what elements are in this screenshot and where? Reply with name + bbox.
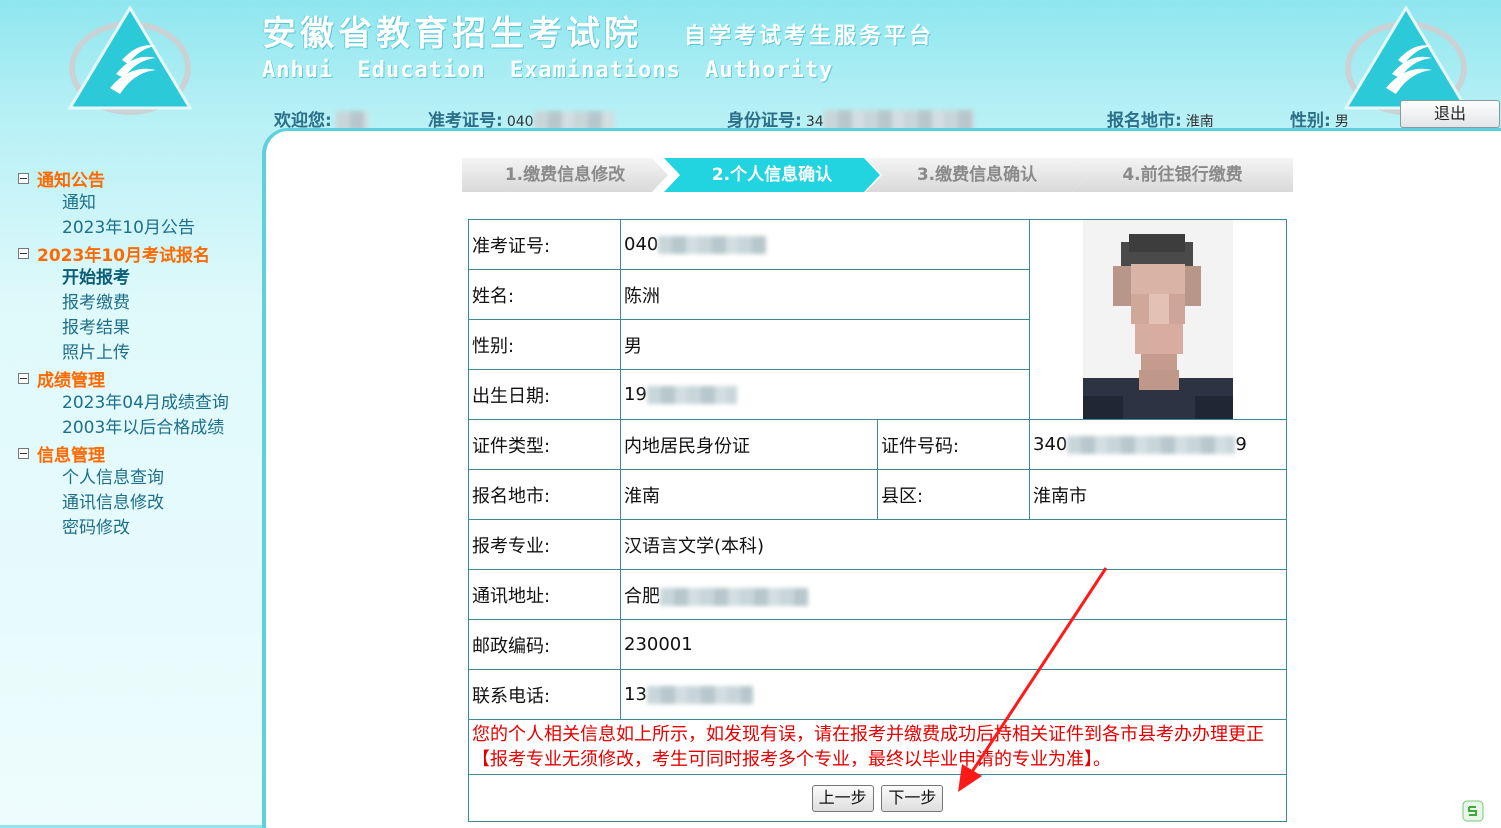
id-type-value: 内地居民身份证	[620, 419, 878, 470]
previous-step-button[interactable]: 上一步	[811, 784, 874, 812]
id-number-value: 340	[1033, 434, 1068, 455]
collapse-icon[interactable]	[18, 373, 29, 384]
id-number-cell: 340 9	[1029, 419, 1287, 470]
address-value: 合肥	[624, 585, 660, 607]
progress-steps: 1.缴费信息修改 2.个人信息确认 3.缴费信息确认 4.前往银行缴费	[462, 158, 1293, 192]
collapse-icon[interactable]	[18, 448, 29, 459]
table-row: 通讯地址: 合肥	[468, 569, 1287, 620]
step-payment-confirm: 3.缴费信息确认	[866, 158, 1088, 192]
site-subtitle: 自学考试考生服务平台	[684, 24, 935, 49]
sidebar: 通知公告 通知 2023年10月公告 2023年10月考试报名 开始报考 报考缴…	[18, 166, 258, 541]
sidebar-item-start-registration[interactable]: 开始报考	[18, 266, 258, 291]
birth-date-value: 19	[624, 384, 647, 405]
site-title-english: Anhui Education Examinations Authority	[262, 58, 834, 83]
collapse-icon[interactable]	[18, 173, 29, 184]
phone-label: 联系电话:	[468, 669, 621, 720]
sidebar-item-personal-info[interactable]: 个人信息查询	[18, 466, 258, 491]
postcode-value: 230001	[620, 619, 1287, 670]
redacted-text	[658, 236, 767, 254]
address-label: 通讯地址:	[468, 569, 621, 620]
next-step-button[interactable]: 下一步	[881, 784, 944, 812]
id-type-label: 证件类型:	[468, 419, 621, 470]
table-row: 报考专业: 汉语言文学(本科)	[468, 519, 1287, 570]
exam-number-value: 040	[624, 234, 659, 255]
sidebar-item-photo-upload[interactable]: 照片上传	[18, 341, 258, 366]
table-row: 上一步 下一步	[468, 774, 1287, 822]
id-number-suffix: 9	[1235, 434, 1247, 455]
step-bank-payment: 4.前往银行缴费	[1072, 158, 1293, 192]
redacted-text	[1067, 436, 1236, 454]
sidebar-item-passed-scores[interactable]: 2003年以后合格成绩	[18, 416, 258, 441]
city-label: 报名地市:	[468, 469, 621, 520]
photo-cell	[1029, 219, 1287, 420]
collapse-icon[interactable]	[18, 248, 29, 259]
birth-date-cell: 19	[620, 369, 1030, 420]
name-label: 姓名:	[468, 269, 621, 320]
table-row: 您的个人相关信息如上所示，如发现有误，请在报考并缴费成功后持相关证件到各市县考办…	[468, 719, 1287, 775]
table-row: 报名地市: 淮南 县区: 淮南市	[468, 469, 1287, 520]
sidebar-group-notices[interactable]: 通知公告	[18, 166, 258, 191]
county-label: 县区:	[877, 469, 1030, 520]
sidebar-item-password[interactable]: 密码修改	[18, 516, 258, 541]
sidebar-item-registration-result[interactable]: 报考结果	[18, 316, 258, 341]
sidebar-item-contact-edit[interactable]: 通讯信息修改	[18, 491, 258, 516]
logout-button[interactable]: 退出	[1400, 100, 1500, 128]
phone-cell: 13	[620, 669, 1287, 720]
sidebar-item-notice[interactable]: 通知	[18, 191, 258, 216]
name-value: 陈洲	[620, 269, 1030, 320]
gender-value: 男	[620, 319, 1030, 370]
redacted-text	[660, 587, 808, 606]
birth-date-label: 出生日期:	[468, 369, 621, 420]
sidebar-item-score-query[interactable]: 2023年04月成绩查询	[18, 391, 258, 416]
gender-label: 性别:	[468, 319, 621, 370]
step-payment-edit: 1.缴费信息修改	[462, 158, 668, 192]
header: 安徽省教育招生考试院 自学考试考生服务平台 Anhui Education Ex…	[0, 0, 1501, 132]
candidate-photo	[1083, 220, 1233, 419]
city-value: 淮南	[620, 469, 878, 520]
table-row: 准考证号: 040	[468, 219, 1287, 420]
postcode-label: 邮政编码:	[468, 619, 621, 670]
sidebar-group-registration[interactable]: 2023年10月考试报名	[18, 241, 258, 266]
county-value: 淮南市	[1029, 469, 1287, 520]
sidebar-item-payment[interactable]: 报考缴费	[18, 291, 258, 316]
authority-logo-icon	[67, 5, 193, 115]
table-row: 邮政编码: 230001	[468, 619, 1287, 670]
sidebar-group-scores[interactable]: 成绩管理	[18, 366, 258, 391]
redacted-text	[646, 686, 753, 704]
table-row: 证件类型: 内地居民身份证 证件号码: 340 9	[468, 419, 1287, 470]
input-method-icon[interactable]	[1462, 800, 1484, 822]
sidebar-item-oct-announcement[interactable]: 2023年10月公告	[18, 216, 258, 241]
major-label: 报考专业:	[468, 519, 621, 570]
exam-number-cell: 040	[620, 219, 1030, 270]
button-row: 上一步 下一步	[468, 774, 1287, 822]
major-value: 汉语言文学(本科)	[620, 519, 1287, 570]
site-title: 安徽省教育招生考试院	[262, 14, 642, 54]
id-number-label: 证件号码:	[877, 419, 1030, 470]
phone-value: 13	[624, 684, 647, 705]
step-personal-confirm: 2.个人信息确认	[664, 158, 880, 192]
redacted-text	[646, 386, 737, 404]
address-cell: 合肥	[620, 569, 1287, 620]
candidate-photo-image	[1083, 220, 1233, 419]
personal-info-table: 准考证号: 040 姓名: 陈洲 性别: 男 出生日期: 19 证件类型: 内地…	[468, 219, 1287, 822]
correction-notice: 您的个人相关信息如上所示，如发现有误，请在报考并缴费成功后持相关证件到各市县考办…	[468, 719, 1287, 775]
exam-number-label: 准考证号:	[468, 219, 621, 270]
sidebar-group-info[interactable]: 信息管理	[18, 441, 258, 466]
table-row: 联系电话: 13	[468, 669, 1287, 720]
